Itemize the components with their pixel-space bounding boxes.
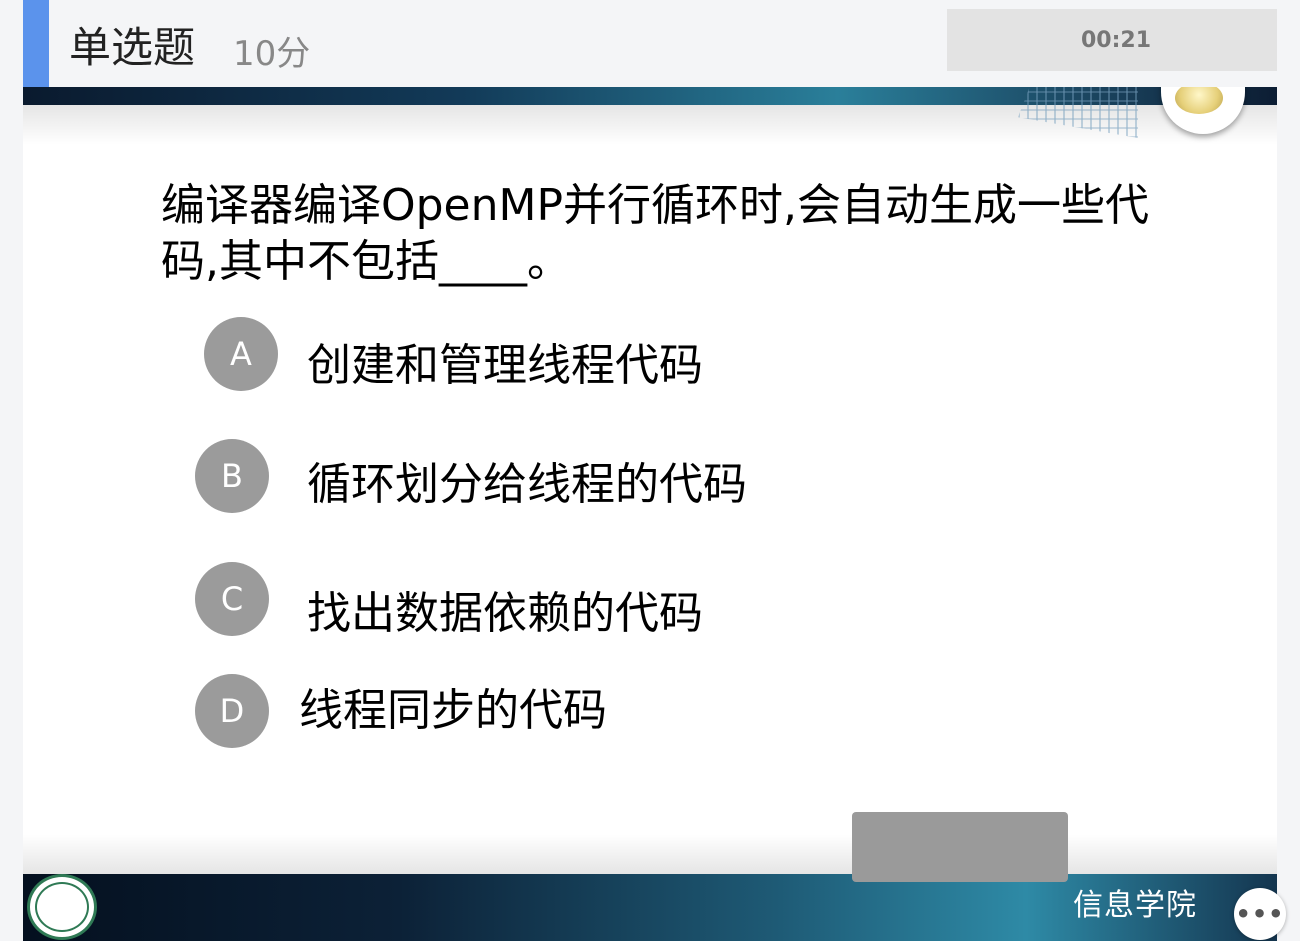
question-header: 单选题 10分 00:21 [23, 0, 1277, 87]
option-d[interactable]: D 线程同步的代码 [195, 674, 607, 748]
header-accent-bar [23, 0, 49, 87]
question-text: 编译器编译OpenMP并行循环时,会自动生成一些代码,其中不包括____。 [161, 180, 1150, 287]
option-text[interactable]: 线程同步的代码 [299, 674, 607, 738]
more-options-button[interactable]: ••• [1234, 888, 1286, 940]
question-type: 单选题 [69, 23, 196, 72]
submit-button[interactable] [852, 812, 1068, 882]
more-dots-icon: ••• [1235, 900, 1285, 928]
option-text[interactable]: 创建和管理线程代码 [307, 329, 703, 393]
question-score: 10分 [233, 34, 311, 74]
bottom-band-shadow [23, 834, 1277, 874]
option-text[interactable]: 找出数据依赖的代码 [307, 577, 703, 641]
option-badge[interactable]: B [195, 439, 269, 513]
option-a[interactable]: A 创建和管理线程代码 [204, 315, 703, 393]
option-badge[interactable]: C [195, 562, 269, 636]
university-seal-logo [27, 874, 97, 940]
college-name: 信息学院 [1073, 888, 1197, 923]
option-b[interactable]: B 循环划分给线程的代码 [195, 439, 747, 513]
slide-canvas: 编译器编译OpenMP并行循环时,会自动生成一些代码,其中不包括____。 A … [23, 0, 1277, 941]
option-badge[interactable]: D [195, 674, 269, 748]
timer-value: 00:21 [1080, 27, 1152, 53]
option-badge[interactable]: A [204, 317, 278, 391]
option-text[interactable]: 循环划分给线程的代码 [307, 448, 747, 512]
option-c[interactable]: C 找出数据依赖的代码 [195, 557, 703, 641]
countdown-timer: 00:21 [947, 9, 1277, 71]
